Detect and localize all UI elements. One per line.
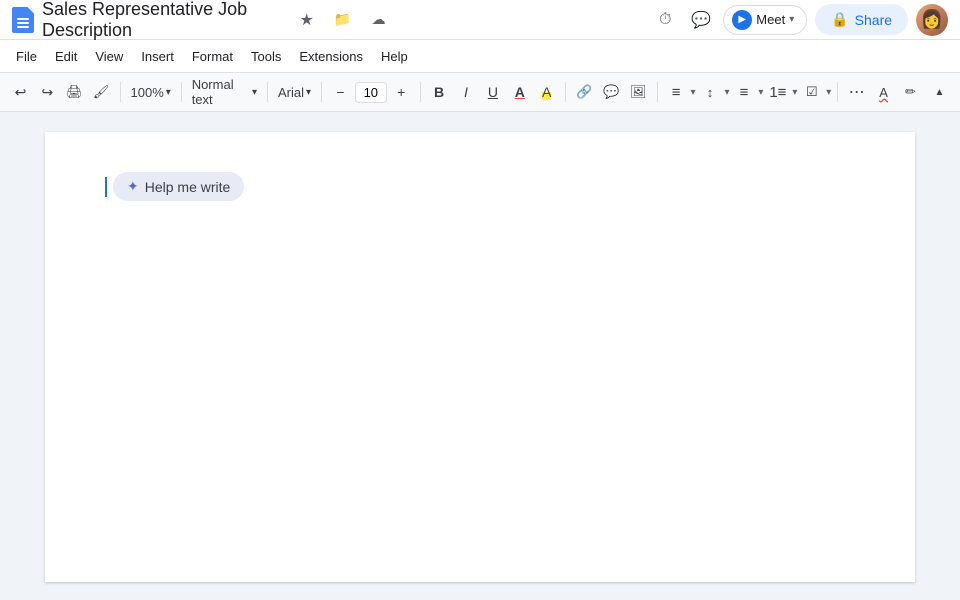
avatar[interactable]: 👩 [916,4,948,36]
star-button[interactable]: ★ [293,6,321,34]
toolbar-divider-7 [657,82,658,102]
zoom-selector[interactable]: 100% ▾ [127,78,175,106]
print-button[interactable]: 🖨 [62,78,87,106]
font-size-input[interactable] [355,82,387,103]
toolbar-divider-1 [120,82,121,102]
font-label: Arial [278,85,304,100]
meet-label: Meet [756,12,785,27]
help-me-write-button[interactable]: ✦ Help me write [113,172,244,201]
font-color-label: A [515,84,525,100]
collapse-toolbar-button[interactable]: ▲ [927,78,952,106]
history-button[interactable]: ⏱ [651,6,679,34]
meet-dropdown-icon: ▾ [789,14,794,25]
pen-sparkle-icon: ✦ [127,178,139,195]
toolbar-divider-8 [837,82,838,102]
font-size-minus-button[interactable]: − [328,78,353,106]
font-dropdown-icon: ▾ [306,87,311,98]
toolbar-divider-3 [267,82,268,102]
font-selector[interactable]: Arial ▾ [274,78,315,106]
format-paint-button[interactable]: 🖌 [89,78,114,106]
doc-area: ✦ Help me write [0,112,960,600]
title-bar: Sales Representative Job Description ★ 📁… [0,0,960,40]
underline-button[interactable]: U [480,78,505,106]
menu-edit[interactable]: Edit [47,45,85,68]
bullet-list-button[interactable]: ≡ [732,78,757,106]
toolbar: ↩ ↪ 🖨 🖌 100% ▾ Normal text ▾ Arial ▾ − +… [0,72,960,112]
bullet-list-dropdown-icon: ▾ [758,87,763,98]
menu-view[interactable]: View [87,45,131,68]
toolbar-divider-5 [420,82,421,102]
font-color-button[interactable]: A [507,78,532,106]
bold-button[interactable]: B [427,78,452,106]
image-button[interactable]: 🖼 [626,78,651,106]
highlight-label: A [542,84,551,100]
pen-button[interactable]: ✏ [898,78,923,106]
cloud-save-button[interactable]: ☁ [365,6,393,34]
more-options-button[interactable]: ⋯ [844,78,869,106]
menu-tools[interactable]: Tools [243,45,289,68]
align-dropdown-icon: ▾ [691,87,696,98]
doc-title: Sales Representative Job Description [42,0,285,41]
zoom-level: 100% [131,85,164,100]
toolbar-divider-6 [565,82,566,102]
numbered-list-dropdown-icon: ▾ [792,87,797,98]
meet-button[interactable]: ▶ Meet ▾ [723,5,807,35]
meet-icon: ▶ [732,10,752,30]
numbered-list-button[interactable]: 1≡ [765,78,790,106]
paragraph-style-selector[interactable]: Normal text ▾ [188,78,261,106]
spell-check-button[interactable]: A [871,78,896,106]
checklist-dropdown-icon: ▾ [826,87,831,98]
menu-extensions[interactable]: Extensions [291,45,371,68]
doc-icon [12,7,34,33]
menu-file[interactable]: File [8,45,45,68]
paragraph-dropdown-icon: ▾ [252,87,257,98]
help-me-write-label: Help me write [145,179,231,195]
font-size-plus-button[interactable]: + [389,78,414,106]
cursor-line: ✦ Help me write [105,172,855,201]
link-button[interactable]: 🔗 [572,78,597,106]
menu-help[interactable]: Help [373,45,416,68]
menu-format[interactable]: Format [184,45,241,68]
doc-page[interactable]: ✦ Help me write [45,132,915,582]
chat-button[interactable]: 💬 [687,6,715,34]
line-spacing-button[interactable]: ↕ [698,78,723,106]
menu-insert[interactable]: Insert [133,45,182,68]
highlight-button[interactable]: A [534,78,559,106]
checklist-button[interactable]: ☑ [799,78,824,106]
zoom-dropdown-icon: ▾ [166,87,171,98]
toolbar-divider-4 [321,82,322,102]
toolbar-divider-2 [181,82,182,102]
redo-button[interactable]: ↪ [35,78,60,106]
paragraph-style-label: Normal text [192,77,250,107]
italic-button[interactable]: I [454,78,479,106]
undo-button[interactable]: ↩ [8,78,33,106]
share-label: Share [855,12,892,28]
move-to-folder-button[interactable]: 📁 [329,6,357,34]
menu-bar: File Edit View Insert Format Tools Exten… [0,40,960,72]
line-spacing-dropdown-icon: ▾ [724,87,729,98]
text-cursor [105,177,107,197]
comment-button[interactable]: 💬 [599,78,624,106]
lock-icon: 🔒 [831,11,848,28]
share-button[interactable]: 🔒 Share [815,4,908,35]
align-button[interactable]: ≡ [664,78,689,106]
